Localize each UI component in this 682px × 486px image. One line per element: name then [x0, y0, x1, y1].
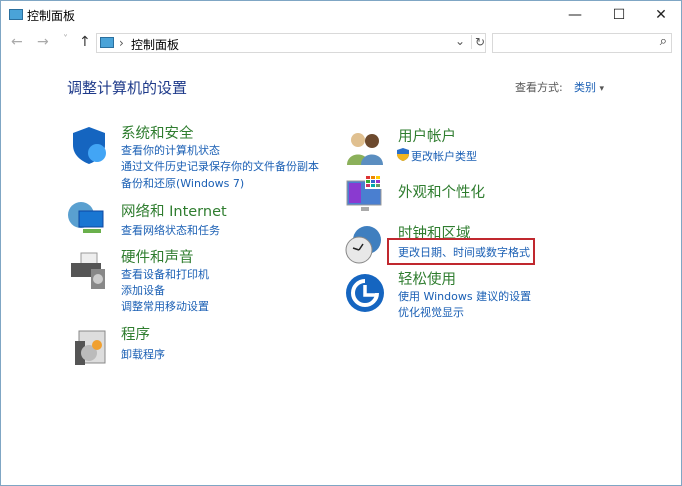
view-by-dropdown[interactable]: 类别 ▾: [574, 79, 604, 95]
control-panel-app-icon: [9, 9, 23, 20]
users-icon: [347, 133, 383, 165]
page-title: 调整计算机的设置: [67, 79, 188, 97]
link-devices-printers[interactable]: 查看设备和打印机: [121, 266, 209, 282]
chevron-down-icon: ▾: [599, 84, 605, 94]
address-dropdown-icon[interactable]: ⌄: [455, 34, 465, 48]
uac-shield-icon: [397, 148, 409, 161]
search-input[interactable]: ⌕: [492, 33, 672, 53]
link-uninstall-program[interactable]: 卸载程序: [121, 346, 165, 362]
view-by-label: 查看方式:: [515, 81, 563, 94]
category-appearance-personalization[interactable]: 外观和个性化: [398, 181, 485, 202]
maximize-button[interactable]: ☐: [597, 1, 641, 29]
network-icon: [68, 202, 104, 233]
link-change-account-type[interactable]: 更改帐户类型: [411, 148, 477, 164]
window-title: 控制面板: [27, 9, 76, 23]
breadcrumb-control-panel[interactable]: 控制面板: [131, 36, 179, 53]
search-icon: ⌕: [659, 34, 667, 49]
link-view-computer-status[interactable]: 查看你的计算机状态: [121, 142, 220, 158]
category-programs[interactable]: 程序: [121, 323, 150, 344]
address-bar[interactable]: › 控制面板 ⌄ ↻: [96, 33, 486, 53]
recent-locations-button[interactable]: ˅: [63, 34, 68, 45]
ease-of-access-icon: [346, 274, 384, 312]
link-network-status[interactable]: 查看网络状态和任务: [121, 222, 220, 238]
category-network-internet[interactable]: 网络和 Internet: [121, 200, 227, 221]
shield-icon: [73, 127, 106, 164]
category-hardware-sound[interactable]: 硬件和声音: [121, 246, 194, 267]
refresh-button[interactable]: ↻: [471, 35, 485, 49]
link-add-device[interactable]: 添加设备: [121, 282, 165, 298]
link-backup-restore[interactable]: 备份和还原(Windows 7): [121, 175, 244, 191]
link-optimize-visual-display[interactable]: 优化视觉显示: [398, 304, 464, 320]
link-change-date-time-format[interactable]: 更改日期、时间或数字格式: [398, 244, 530, 260]
link-mobility-settings[interactable]: 调整常用移动设置: [121, 298, 209, 314]
clock-icon: [345, 226, 381, 264]
back-button[interactable]: ←: [11, 34, 23, 50]
link-file-history-backup[interactable]: 通过文件历史记录保存你的文件备份副本: [121, 158, 319, 174]
printer-icon: [71, 252, 105, 289]
up-button[interactable]: ↑: [79, 34, 91, 50]
programs-icon: [75, 330, 106, 365]
category-ease-of-access[interactable]: 轻松使用: [398, 268, 456, 289]
forward-button[interactable]: →: [37, 34, 49, 50]
appearance-icon: [346, 175, 383, 211]
control-panel-icon: [100, 37, 114, 48]
minimize-button[interactable]: —: [553, 1, 597, 29]
category-system-security[interactable]: 系统和安全: [121, 122, 194, 143]
link-recommended-settings[interactable]: 使用 Windows 建议的设置: [398, 288, 531, 304]
category-user-accounts[interactable]: 用户帐户: [398, 125, 456, 146]
view-by-value: 类别: [574, 81, 596, 94]
breadcrumb-separator: ›: [119, 36, 124, 50]
close-button[interactable]: ✕: [639, 1, 682, 29]
